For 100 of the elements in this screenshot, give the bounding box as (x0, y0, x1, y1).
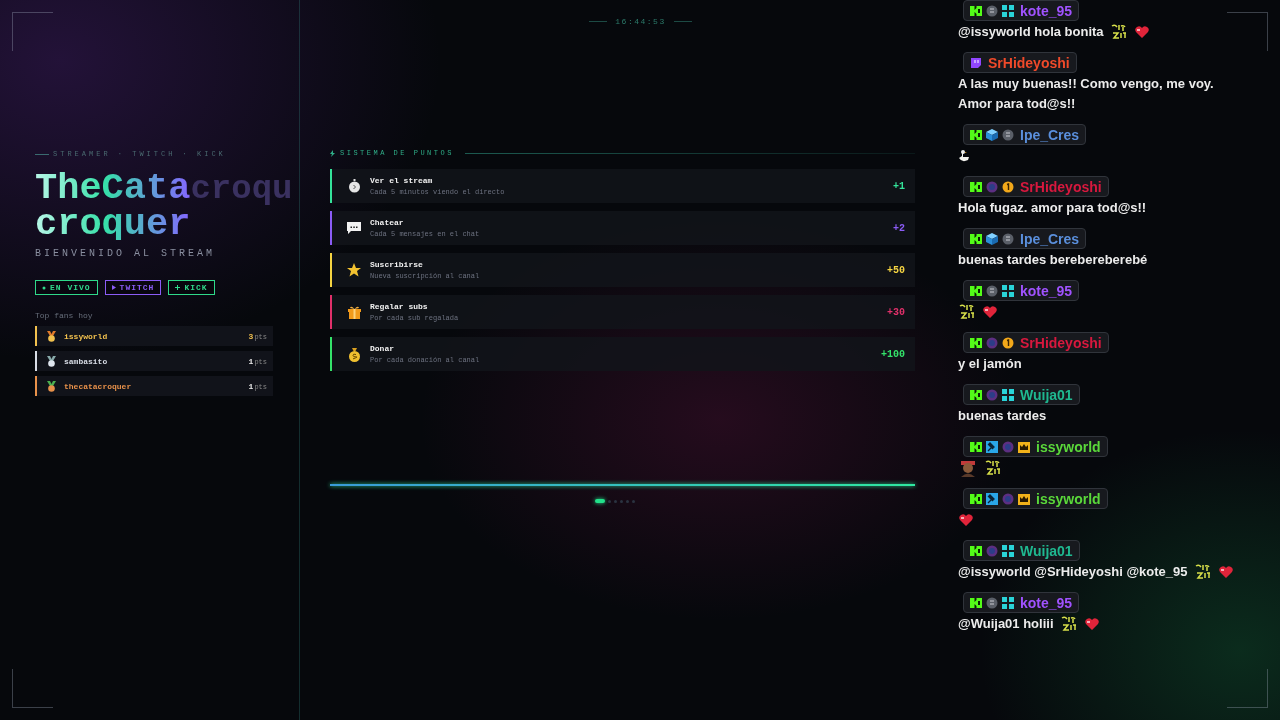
username: Wuija01 (1020, 542, 1073, 559)
grid-badge-icon (1002, 4, 1014, 17)
status-tag: KICK (168, 280, 215, 295)
logo-badge-icon (970, 492, 982, 505)
play-icon (111, 285, 116, 290)
lightning-icon (330, 149, 335, 157)
chat-message: @Wuija01 holiii (958, 615, 1054, 633)
status-tag: TWITCH (104, 280, 162, 295)
reward-points: +100 (881, 348, 905, 360)
reward-points: +50 (887, 264, 905, 276)
star-icon (347, 263, 361, 277)
round-badge-icon (986, 388, 998, 401)
username: SrHideyoshi (1020, 178, 1102, 195)
reward-title: Regalar subs (370, 302, 429, 311)
grid-badge-icon (1002, 596, 1014, 609)
round-badge-icon (986, 336, 998, 349)
page-dot[interactable] (613, 499, 617, 503)
logo-badge-icon (970, 596, 982, 609)
chat-bubble-icon (347, 222, 361, 234)
username: Wuija01 (1020, 386, 1073, 403)
round-badge-icon (1002, 440, 1014, 453)
heart-emote-icon (982, 304, 998, 320)
page-dot[interactable] (625, 499, 629, 503)
reward-points: +30 (887, 306, 905, 318)
logo-badge-icon (970, 180, 982, 193)
plus-icon (175, 285, 181, 290)
fan-points: 1 (248, 356, 254, 366)
reward-title: Suscribirse (370, 260, 424, 269)
scribble-emote-icon (1193, 564, 1212, 580)
chat-message: @issyworld hola bonita (958, 23, 1104, 41)
fan-name: thecatacroquer (64, 381, 133, 391)
cube-icon (986, 232, 998, 245)
round-badge-icon (986, 4, 998, 17)
corner-frame-mark (12, 12, 53, 51)
crown-icon (1018, 440, 1030, 453)
fan-points: 1 (248, 381, 254, 391)
logo-badge-icon (970, 440, 982, 453)
gift-icon (347, 305, 361, 319)
username: kote_95 (1020, 282, 1073, 299)
round-badge-icon (1002, 492, 1014, 505)
username: issyworld (1036, 490, 1101, 507)
cube-icon (986, 128, 998, 141)
username: issyworld (1036, 438, 1101, 455)
dot-icon (42, 285, 46, 290)
logo-badge-icon (970, 284, 982, 297)
hammer-icon (986, 492, 998, 505)
reward-title: Chatear (370, 218, 405, 227)
bird-emote-icon (958, 149, 970, 163)
scribble-emote-icon (984, 460, 1002, 476)
heart-emote-icon (1083, 616, 1100, 632)
heart-emote-icon (1217, 564, 1234, 580)
page-dot[interactable] (607, 499, 611, 503)
round-badge-icon (986, 596, 998, 609)
chat-message: A las muy buenas!! Como vengo, me voy. Amor para tod@s!! (958, 75, 1215, 113)
fan-name: sambasito (64, 356, 109, 366)
logo-badge-icon (970, 388, 982, 401)
chat-message: buenas tardes berebereberebé (958, 251, 1148, 269)
coin-icon (1002, 180, 1014, 193)
title-echo: croqu (190, 170, 293, 208)
medal-icon (47, 355, 56, 367)
scribble-emote-icon (1059, 616, 1078, 632)
scribble-emote-icon (1109, 24, 1128, 40)
round-badge-icon (1002, 232, 1014, 245)
logo-badge-icon (970, 128, 982, 141)
grid-badge-icon (1002, 544, 1014, 557)
crown-icon (1018, 492, 1030, 505)
money-bag-icon (347, 346, 361, 362)
page-dot[interactable] (619, 499, 623, 503)
grid-badge-icon (1002, 388, 1014, 401)
round-badge-icon (986, 180, 998, 193)
coin-icon (1002, 336, 1014, 349)
username: kote_95 (1020, 594, 1073, 611)
heart-emote-icon (1133, 24, 1150, 40)
logo-badge-icon (970, 232, 982, 245)
reward-points: +1 (893, 180, 905, 192)
username: SrHideyoshi (1020, 334, 1102, 351)
heart-emote-icon (958, 512, 974, 528)
username: Ipe_Cres (1020, 126, 1080, 143)
chat-bubble-icon (970, 56, 982, 69)
logo-badge-icon (970, 544, 982, 557)
figure-emote-icon (958, 459, 978, 477)
chat-message: y el jamón (958, 355, 1022, 373)
fan-points: 3 (248, 331, 254, 341)
round-badge-icon (1002, 128, 1014, 141)
scribble-emote-icon (958, 304, 976, 320)
username: Ipe_Cres (1020, 230, 1080, 247)
status-tag: EN VIVO (35, 280, 98, 295)
corner-frame-mark (12, 669, 53, 708)
page-dot[interactable] (631, 499, 635, 503)
round-badge-icon (986, 544, 998, 557)
corner-frame-mark (1227, 12, 1268, 51)
logo-badge-icon (970, 336, 982, 349)
chat-message: buenas tardes (958, 407, 1047, 425)
round-badge-icon (986, 284, 998, 297)
chat-message: Hola fugaz. amor para tod@s!! (958, 199, 1147, 217)
corner-frame-mark (1227, 669, 1268, 708)
medal-icon (47, 380, 56, 392)
logo-badge-icon (970, 4, 982, 17)
reward-title: Ver el stream (370, 176, 434, 185)
fan-name: issyworld (64, 331, 109, 341)
